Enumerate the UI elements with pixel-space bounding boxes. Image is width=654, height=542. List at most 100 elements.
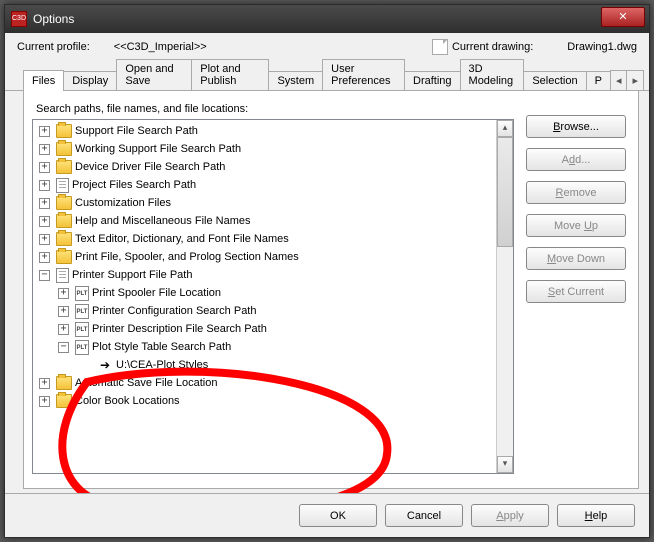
add-button[interactable]: Add... [526, 148, 626, 171]
profile-value: <<C3D_Imperial>> [114, 41, 207, 53]
tab-p[interactable]: P [586, 71, 611, 90]
drawing-value: Drawing1.dwg [567, 41, 637, 53]
tab-plot-and-publish[interactable]: Plot and Publish [191, 59, 269, 90]
folder-icon [56, 250, 72, 264]
tree-view[interactable]: +Support File Search Path+Working Suppor… [33, 120, 496, 473]
window-title: Options [33, 12, 74, 26]
tree-node[interactable]: + Print File, Spooler, and Prolog Section… [35, 248, 496, 266]
tree-node[interactable]: + Color Book Locations [35, 392, 496, 410]
tree-node-label: Text Editor, Dictionary, and Font File N… [75, 233, 289, 245]
cancel-button[interactable]: Cancel [385, 504, 463, 527]
tab-files[interactable]: Files [23, 70, 64, 91]
tree-container: +Support File Search Path+Working Suppor… [32, 119, 514, 474]
tab-user-preferences[interactable]: User Preferences [322, 59, 405, 90]
document-icon [56, 268, 69, 283]
folder-icon [56, 196, 72, 210]
tree-node-label: Printer Support File Path [72, 269, 192, 281]
tree-node-label: Help and Miscellaneous File Names [75, 215, 250, 227]
tree-node-label: Plot Style Table Search Path [92, 341, 231, 353]
set-current-button[interactable]: Set Current [526, 280, 626, 303]
tree-node[interactable]: + Help and Miscellaneous File Names [35, 212, 496, 230]
scroll-thumb[interactable] [497, 137, 513, 247]
app-icon: C3D [11, 11, 27, 27]
files-panel: Search paths, file names, and file locat… [23, 91, 639, 489]
tab-display[interactable]: Display [63, 71, 117, 90]
collapse-icon[interactable]: − [58, 342, 69, 353]
drawing-label: Current drawing: [452, 41, 533, 53]
scroll-up-button[interactable]: ▴ [497, 120, 513, 137]
expand-icon[interactable]: + [39, 162, 50, 173]
tab-3d-modeling[interactable]: 3D Modeling [460, 59, 525, 90]
tree-node[interactable]: + Project Files Search Path [35, 176, 496, 194]
tree-node[interactable]: + Text Editor, Dictionary, and Font File … [35, 230, 496, 248]
expand-icon[interactable]: + [39, 216, 50, 227]
expand-icon[interactable]: + [39, 180, 50, 191]
tree-node[interactable]: +Automatic Save File Location [35, 374, 496, 392]
move-up-button[interactable]: Move Up [526, 214, 626, 237]
tree-node-label: Print Spooler File Location [92, 287, 221, 299]
tree-node-label: Printer Description File Search Path [92, 323, 267, 335]
tree-node-label: U:\CEA-Plot Styles [116, 359, 208, 371]
move-down-button[interactable]: Move Down [526, 247, 626, 270]
tree-node-label: Project Files Search Path [72, 179, 196, 191]
tree-node[interactable]: + PLTPrint Spooler File Location [35, 284, 496, 302]
panel-caption: Search paths, file names, and file locat… [36, 103, 520, 115]
tree-node[interactable]: + Working Support File Search Path [35, 140, 496, 158]
scrollbar-vertical[interactable]: ▴ ▾ [496, 120, 513, 473]
document-icon [56, 178, 69, 193]
tree-node[interactable]: +Support File Search Path [35, 122, 496, 140]
expand-icon[interactable]: + [39, 234, 50, 245]
remove-button[interactable]: Remove [526, 181, 626, 204]
tree-node-label: Color Book Locations [75, 395, 180, 407]
expand-icon[interactable]: + [39, 252, 50, 263]
expand-icon[interactable]: + [39, 198, 50, 209]
apply-button[interactable]: Apply [471, 504, 549, 527]
scroll-down-button[interactable]: ▾ [497, 456, 513, 473]
expand-icon[interactable]: + [39, 396, 50, 407]
dialog-footer: OK Cancel Apply Help [5, 493, 649, 537]
tree-node[interactable]: +PLTPrinter Configuration Search Path [35, 302, 496, 320]
tab-system[interactable]: System [268, 71, 323, 90]
tree-node[interactable]: + PLTPrinter Description File Search Path [35, 320, 496, 338]
profile-label: Current profile: [17, 41, 90, 53]
header-row: Current profile: <<C3D_Imperial>> Curren… [5, 33, 649, 57]
tree-node[interactable]: + Device Driver File Search Path [35, 158, 496, 176]
tree-node-label: Print File, Spooler, and Prolog Section … [75, 251, 299, 263]
tab-open-and-save[interactable]: Open and Save [116, 59, 192, 90]
expand-icon[interactable]: + [39, 144, 50, 155]
expand-icon[interactable]: + [58, 306, 69, 317]
tab-selection[interactable]: Selection [523, 71, 586, 90]
tree-node[interactable]: + Customization Files [35, 194, 496, 212]
folder-icon [56, 124, 72, 138]
browse-button[interactable]: Browse... [526, 115, 626, 138]
tab-scroll-left[interactable]: ◂ [610, 70, 628, 90]
expand-icon[interactable]: + [39, 126, 50, 137]
tree-node[interactable]: −PLTPlot Style Table Search Path [35, 338, 496, 356]
expand-icon[interactable]: + [58, 324, 69, 335]
tree-node[interactable]: − Printer Support File Path [35, 266, 496, 284]
tree-node-label: Working Support File Search Path [75, 143, 241, 155]
folder-icon [56, 394, 72, 408]
plt-file-icon: PLT [75, 286, 89, 301]
expand-icon[interactable]: + [39, 378, 50, 389]
tree-node-label: Device Driver File Search Path [75, 161, 225, 173]
folder-icon [56, 160, 72, 174]
tree-node[interactable]: ➔U:\CEA-Plot Styles [35, 356, 496, 374]
expand-icon[interactable]: + [58, 288, 69, 299]
folder-icon [56, 214, 72, 228]
collapse-icon[interactable]: − [39, 270, 50, 281]
tab-drafting[interactable]: Drafting [404, 71, 461, 90]
folder-icon [56, 376, 72, 390]
scroll-track[interactable] [497, 137, 513, 456]
drawing-icon [432, 39, 448, 55]
tree-node-label: Printer Configuration Search Path [92, 305, 256, 317]
titlebar: C3D Options ✕ [5, 5, 649, 33]
tab-scroll-right[interactable]: ▸ [626, 70, 644, 90]
button-column: Browse... Add... Remove Move Up Move Dow… [520, 99, 630, 480]
plt-file-icon: PLT [75, 322, 89, 337]
plt-file-icon: PLT [75, 340, 89, 355]
close-button[interactable]: ✕ [601, 7, 645, 27]
ok-button[interactable]: OK [299, 504, 377, 527]
help-button[interactable]: Help [557, 504, 635, 527]
tree-node-label: Customization Files [75, 197, 171, 209]
